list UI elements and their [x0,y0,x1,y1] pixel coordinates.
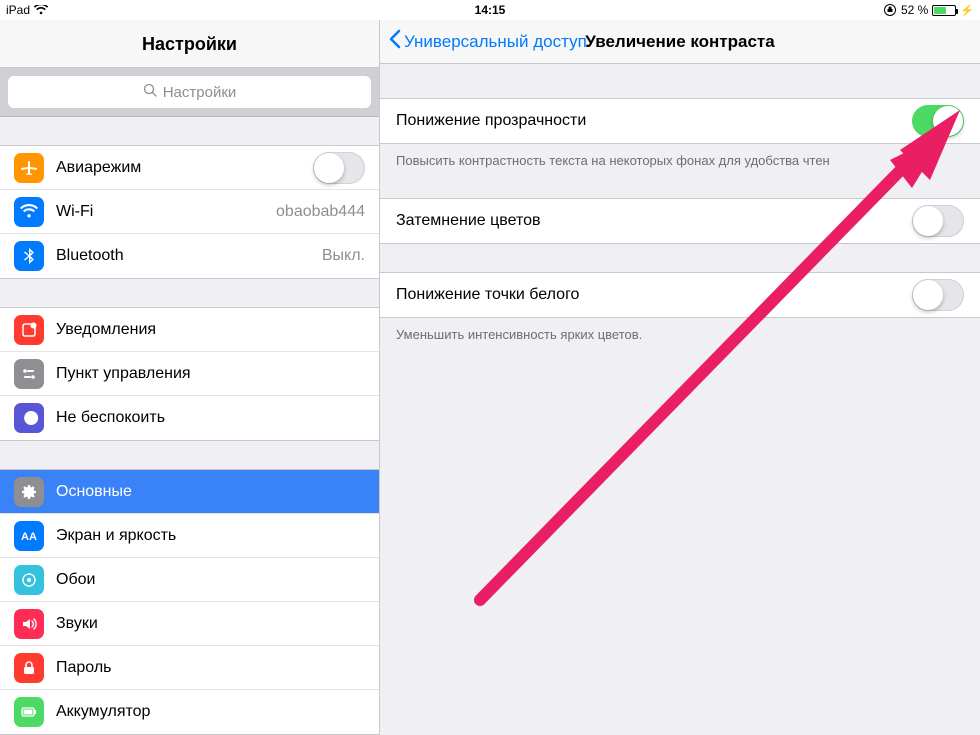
row-label: Понижение прозрачности [396,112,586,130]
control-center-icon [14,359,44,389]
sidebar-item-wifi[interactable]: Wi-Fi obaobab444 [0,190,379,234]
lock-icon [14,653,44,683]
bluetooth-icon [14,241,44,271]
sidebar-item-label: Bluetooth [56,247,310,265]
detail-navbar: Универсальный доступ Увеличение контраст… [380,20,980,64]
row-label: Понижение точки белого [396,286,579,304]
sidebar-item-bluetooth[interactable]: Bluetooth Выкл. [0,234,379,278]
status-bar: iPad 14:15 52 % ⚡ [0,0,980,20]
reduce-transparency-toggle[interactable] [912,105,964,137]
row-reduce-white-point[interactable]: Понижение точки белого [380,273,980,317]
sidebar-item-label: Звуки [56,615,365,633]
sidebar-item-label: Уведомления [56,321,365,339]
sidebar-title: Настройки [0,20,379,68]
darken-colors-toggle[interactable] [912,205,964,237]
wallpaper-icon [14,565,44,595]
sidebar-item-label: Авиарежим [56,159,301,177]
wifi-icon [34,5,48,15]
row-label: Затемнение цветов [396,212,541,230]
airplane-icon [14,153,44,183]
sidebar-item-controlcenter[interactable]: Пункт управления [0,352,379,396]
sidebar-item-label: Экран и яркость [56,527,365,545]
battery-settings-icon [14,697,44,727]
detail-title: Увеличение контраста [585,32,774,52]
sidebar-item-sounds[interactable]: Звуки [0,602,379,646]
sidebar-item-label: Основные [56,483,365,501]
section-1-footer: Повысить контрастность текста на некотор… [380,144,980,170]
airplane-toggle[interactable] [313,152,365,184]
battery-percent: 52 % [901,3,928,17]
sidebar-item-wallpaper[interactable]: Обои [0,558,379,602]
orientation-lock-icon [883,3,897,17]
detail-pane: Универсальный доступ Увеличение контраст… [380,20,980,735]
notifications-icon [14,315,44,345]
sidebar-item-label: Не беспокоить [56,409,365,427]
sidebar-item-label: Обои [56,571,365,589]
sidebar-item-battery[interactable]: Аккумулятор [0,690,379,734]
wifi-network-value: obaobab444 [276,203,365,221]
sidebar-item-label: Wi-Fi [56,203,264,221]
wifi-settings-icon [14,197,44,227]
sidebar-item-display[interactable]: AA Экран и яркость [0,514,379,558]
sidebar-item-label: Пароль [56,659,365,677]
sounds-icon [14,609,44,639]
back-label: Универсальный доступ [404,32,587,52]
row-darken-colors[interactable]: Затемнение цветов [380,199,980,243]
sidebar-item-general[interactable]: Основные [0,470,379,514]
search-icon [143,83,157,101]
device-label: iPad [6,3,30,17]
reduce-white-point-toggle[interactable] [912,279,964,311]
search-placeholder: Настройки [163,84,237,101]
svg-text:AA: AA [21,531,37,543]
back-button[interactable]: Универсальный доступ [388,28,587,55]
display-icon: AA [14,521,44,551]
sidebar-item-label: Пункт управления [56,365,365,383]
detail-section-2: Затемнение цветов [380,198,980,244]
section-3-footer: Уменьшить интенсивность ярких цветов. [380,318,980,344]
settings-sidebar: Настройки Настройки Авиарежим [0,20,380,735]
sidebar-group-general: Основные AA Экран и яркость Обои [0,469,379,735]
chevron-left-icon [388,28,402,55]
sidebar-item-label: Аккумулятор [56,703,365,721]
sidebar-item-airplane[interactable]: Авиарежим [0,146,379,190]
sidebar-item-notifications[interactable]: Уведомления [0,308,379,352]
sidebar-item-passcode[interactable]: Пароль [0,646,379,690]
sidebar-item-dnd[interactable]: Не беспокоить [0,396,379,440]
row-reduce-transparency[interactable]: Понижение прозрачности [380,99,980,143]
search-input[interactable]: Настройки [8,76,371,108]
clock: 14:15 [475,3,506,17]
battery-icon [932,5,956,16]
dnd-icon [14,403,44,433]
sidebar-group-connectivity: Авиарежим Wi-Fi obaobab444 Bluetooth Вык… [0,145,379,279]
search-container: Настройки [0,68,379,117]
bluetooth-status-value: Выкл. [322,247,365,265]
detail-section-3: Понижение точки белого [380,272,980,318]
detail-section-1: Понижение прозрачности [380,98,980,144]
charging-icon: ⚡ [960,4,974,17]
gear-icon [14,477,44,507]
sidebar-group-alerts: Уведомления Пункт управления Не беспокои… [0,307,379,441]
